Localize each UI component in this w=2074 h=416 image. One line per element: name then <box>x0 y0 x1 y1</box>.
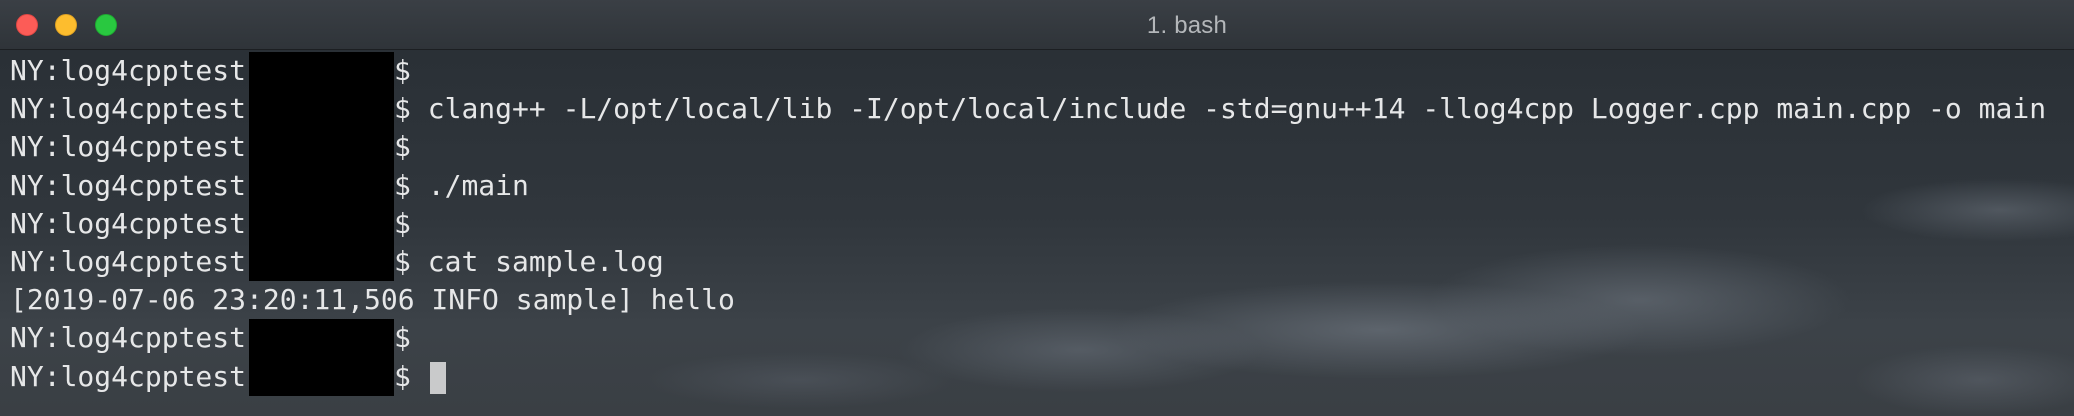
command-text: clang++ -L/opt/local/lib -I/opt/local/in… <box>427 92 2047 126</box>
terminal-output[interactable]: NY:log4cpptest $ NY:log4cpptest $ clang++ … <box>0 50 2074 416</box>
prompt-symbol: $ <box>394 92 428 126</box>
prompt-line: NY:log4cpptest $ <box>10 319 2046 358</box>
prompt-line: NY:log4cpptest $ <box>10 357 2046 396</box>
terminal-window: 1. bash NY:log4cpptest $ NY:log4cpptest $ … <box>0 0 2074 416</box>
prompt-symbol: $ <box>394 54 428 87</box>
title-bar[interactable]: 1. bash <box>0 0 2074 50</box>
prompt-symbol: $ <box>394 130 428 164</box>
command-text: cat sample.log <box>427 244 664 278</box>
output-line: [2019-07-06 23:20:11,506 INFO sample] he… <box>10 281 2046 319</box>
command-text: ./main <box>427 168 529 202</box>
prompt-line: NY:log4cpptest $ <box>10 52 2046 91</box>
redaction-block <box>249 242 395 282</box>
prompt-host: NY:log4cpptest <box>10 130 247 164</box>
prompt-symbol: $ <box>394 168 428 202</box>
redaction-block <box>249 128 395 167</box>
prompt-host: NY:log4cpptest <box>10 168 247 202</box>
prompt-symbol: $ <box>394 206 428 240</box>
prompt-line: NY:log4cpptest $ cat sample.log <box>10 242 2046 282</box>
prompt-symbol: $ <box>394 359 428 393</box>
prompt-host: NY:log4cpptest <box>10 321 247 355</box>
output-text: [2019-07-06 23:20:11,506 INFO sample] he… <box>10 283 735 317</box>
prompt-line: NY:log4cpptest $ <box>10 128 2046 167</box>
redaction-block <box>249 90 395 129</box>
prompt-host: NY:log4cpptest <box>10 359 247 393</box>
prompt-line: NY:log4cpptest $ <box>10 204 2046 243</box>
redaction-block <box>249 166 395 205</box>
window-title: 1. bash <box>1146 12 1228 39</box>
redaction-block <box>249 357 395 396</box>
prompt-symbol: $ <box>394 321 428 355</box>
prompt-symbol: $ <box>394 244 428 278</box>
redaction-block <box>249 319 395 358</box>
terminal-lines: NY:log4cpptest $ NY:log4cpptest $ clang++ … <box>10 52 2046 396</box>
prompt-host: NY:log4cpptest <box>10 206 247 240</box>
prompt-line: NY:log4cpptest $ clang++ -L/opt/local/lib… <box>10 90 2047 129</box>
prompt-host: NY:log4cpptest <box>10 54 247 87</box>
prompt-line: NY:log4cpptest $ ./main <box>10 166 2046 205</box>
text-cursor[interactable] <box>429 361 446 394</box>
redaction-block <box>249 204 395 243</box>
prompt-host: NY:log4cpptest <box>10 244 247 278</box>
redaction-block <box>249 52 395 91</box>
prompt-host: NY:log4cpptest <box>10 92 247 126</box>
